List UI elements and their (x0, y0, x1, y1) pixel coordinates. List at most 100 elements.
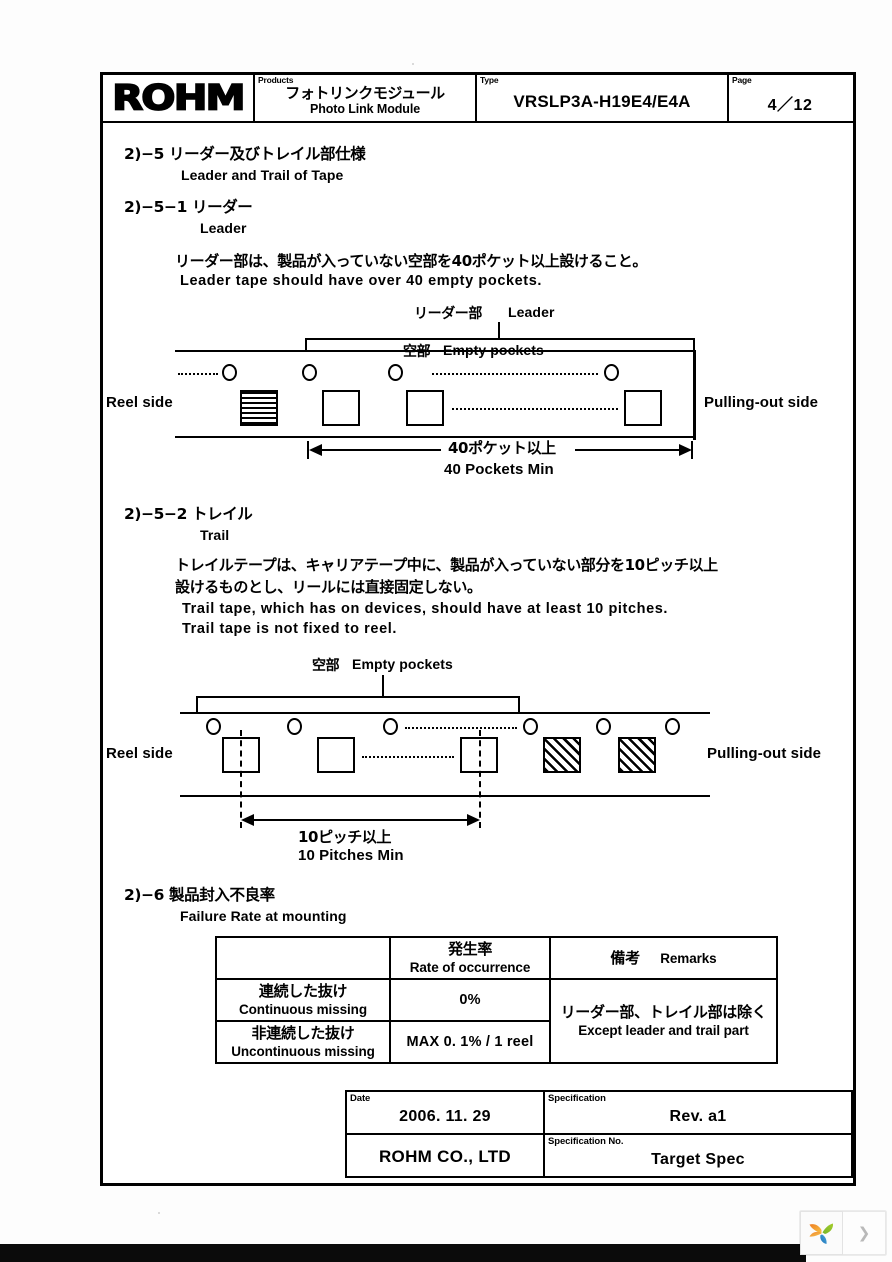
type-value: VRSLP3A-H19E4/E4A (513, 91, 691, 111)
table-header-row: 発生率 Rate of occurrence 備考 Remarks (215, 936, 778, 980)
next-page-chevron-icon[interactable]: ❯ (843, 1211, 886, 1255)
trail-body-jp-line2: 設けるものとし、リールには直接固定しない。 (175, 578, 482, 596)
footer-spec-cell: Specification Rev. a1 (545, 1092, 851, 1133)
scan-speck (412, 63, 414, 65)
title-block-footer: Date 2006. 11. 29 Specification Rev. a1 … (345, 1090, 853, 1178)
section-2-5-heading-jp: 2)−5 リーダー及びトレイル部仕様 (124, 145, 366, 163)
trail-pocket-filled (618, 737, 656, 773)
trail-dim-jp: 10ピッチ以上 (298, 828, 392, 846)
leader-caption-jp: リーダー部 (414, 306, 482, 322)
trail-pocket-filled (543, 737, 581, 773)
document-page: ROHM Products フォトリンクモジュール Photo Link Mod… (0, 0, 892, 1262)
leader-reel-side-label: Reel side (106, 394, 173, 411)
document-header: ROHM Products フォトリンクモジュール Photo Link Mod… (103, 75, 853, 123)
leader-pocket-empty (322, 390, 360, 426)
section-2-5-1-heading-en: Leader (200, 220, 247, 236)
sprocket-hole (222, 364, 237, 381)
rohm-logo: ROHM (103, 75, 255, 121)
trail-pocket-dots (362, 756, 454, 758)
sprocket-hole (302, 364, 317, 381)
leader-dim-jp: 40ポケット以上 (448, 439, 556, 457)
specification-value: Rev. a1 (669, 1108, 727, 1125)
table-row: 連続した抜け Continuous missing 0% リーダー部、トレイル部… (215, 978, 778, 1064)
trail-empty-bracket (196, 696, 520, 712)
section-2-5-1-heading-jp: 2)−5−1 リーダー (124, 198, 253, 216)
sprocket-hole (388, 364, 403, 381)
leader-body-jp: リーダー部は、製品が入っていない空部を40ポケット以上設けること。 (175, 252, 647, 270)
page-label: Page (732, 75, 752, 85)
section-2-5-heading-en: Leader and Trail of Tape (181, 167, 344, 183)
trail-bracket-jp: 空部 (312, 658, 340, 674)
sprocket-hole (383, 718, 398, 735)
header-products-cell: Products フォトリンクモジュール Photo Link Module (255, 75, 477, 121)
header-page-cell: Page 4／12 (729, 75, 851, 121)
viewer-widget[interactable]: ❯ (800, 1211, 886, 1255)
trail-body-en-line2: Trail tape is not fixed to reel. (182, 621, 397, 637)
specification-no-value: Target Spec (651, 1151, 745, 1168)
scan-speck (158, 1212, 160, 1214)
footer-row-company: ROHM CO., LTD Specification No. Target S… (347, 1135, 851, 1176)
leader-pocket-empty (624, 390, 662, 426)
sprocket-hole (523, 718, 538, 735)
row-rate-continuous: 0% (389, 978, 551, 1022)
date-label: Date (350, 1093, 371, 1104)
trail-dim-arrow-right (467, 814, 480, 826)
products-value-en: Photo Link Module (309, 101, 421, 116)
trail-body-en-line1: Trail tape, which has on devices, should… (182, 601, 669, 617)
table-header-rate: 発生率 Rate of occurrence (389, 936, 551, 980)
leader-hole-dots-right (432, 373, 598, 375)
leader-pocket-dots (452, 408, 618, 410)
trail-bracket-tick (382, 675, 384, 697)
sprocket-hole (665, 718, 680, 735)
leader-dim-arrow-right (679, 444, 692, 456)
table-corner-cell (215, 936, 391, 980)
company-name: ROHM CO., LTD (378, 1146, 511, 1166)
leader-dim-en: 40 Pockets Min (444, 461, 554, 478)
page-value: 4／12 (767, 96, 813, 114)
leader-dim-line-right (575, 449, 680, 451)
section-2-5-2-heading-en: Trail (200, 527, 230, 543)
type-label: Type (480, 75, 499, 85)
sprocket-hole (604, 364, 619, 381)
leaf-pinwheel-icon[interactable] (800, 1211, 843, 1255)
section-2-5-2-heading-jp: 2)−5−2 トレイル (124, 505, 253, 523)
section-2-6-heading-jp: 2)−6 製品封入不良率 (124, 886, 275, 904)
leader-pocket-filled (240, 390, 278, 426)
row-label-continuous: 連続した抜け Continuous missing (215, 978, 391, 1022)
trail-bracket-en: Empty pockets (352, 656, 453, 672)
trail-reel-side-label: Reel side (106, 745, 173, 762)
trail-pocket-empty (317, 737, 355, 773)
leader-pocket-empty (406, 390, 444, 426)
footer-company-cell: ROHM CO., LTD (347, 1135, 545, 1176)
leader-body-en: Leader tape should have over 40 empty po… (180, 273, 543, 289)
trail-pulling-side-label: Pulling-out side (707, 745, 822, 762)
footer-row-date: Date 2006. 11. 29 Specification Rev. a1 (347, 1092, 851, 1135)
leader-tape-right-edge (693, 350, 696, 440)
sprocket-hole (596, 718, 611, 735)
specification-label: Specification (548, 1093, 606, 1104)
leader-hole-dots-left (178, 373, 218, 375)
trail-body-jp-line1: トレイルテープは、キャリアテープ中に、製品が入っていない部分を10ピッチ以上 (175, 556, 718, 574)
footer-date-cell: Date 2006. 11. 29 (347, 1092, 545, 1133)
trail-hole-dots (405, 727, 517, 729)
table-remarks-cell: リーダー部、トレイル部は除く Except leader and trail p… (549, 978, 778, 1064)
row-rate-uncontinuous: MAX 0. 1% / 1 reel (389, 1020, 551, 1064)
scan-edge-bar (0, 1244, 806, 1262)
sprocket-hole (206, 718, 221, 735)
failure-rate-table: 発生率 Rate of occurrence 備考 Remarks 連続した抜け… (215, 936, 778, 1064)
rohm-logo-text: ROHM (111, 77, 246, 118)
products-value-jp: フォトリンクモジュール (285, 83, 445, 102)
sprocket-hole (287, 718, 302, 735)
products-label: Products (258, 75, 294, 85)
table-header-remarks: 備考 Remarks (549, 936, 778, 980)
specification-no-label: Specification No. (548, 1136, 624, 1147)
row-label-uncontinuous: 非連続した抜け Uncontinuous missing (215, 1020, 391, 1064)
section-2-6-heading-en: Failure Rate at mounting (180, 908, 347, 924)
leader-caption-en: Leader (508, 304, 555, 320)
leader-dim-line-left (321, 449, 441, 451)
footer-spec-no-cell: Specification No. Target Spec (545, 1135, 851, 1176)
trail-dim-en: 10 Pitches Min (298, 847, 404, 864)
trail-dim-line (253, 819, 468, 821)
leader-pulling-side-label: Pulling-out side (704, 394, 819, 411)
header-type-cell: Type VRSLP3A-H19E4/E4A (477, 75, 729, 121)
